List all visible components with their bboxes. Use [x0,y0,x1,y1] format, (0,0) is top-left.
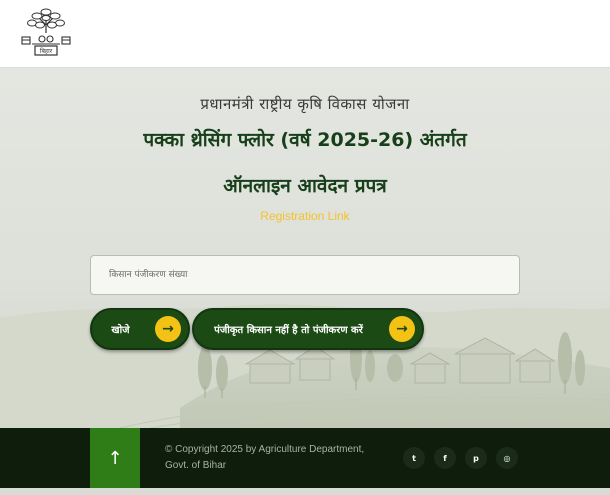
register-button[interactable]: पंजीकृत किसान नहीं है तो पंजीकरण करें → [192,308,424,350]
farmer-registration-number-input[interactable] [90,255,520,295]
search-button[interactable]: खोजे → [90,308,190,350]
registration-link[interactable]: Registration Link [0,209,610,223]
instagram-icon[interactable]: ◎ [496,447,518,469]
arrow-right-icon: → [155,316,181,342]
site-header: बिहार [0,0,610,68]
footer-bottom-strip [0,488,610,495]
arrow-up-icon: ↑ [107,447,123,469]
bihar-govt-logo[interactable]: बिहार [18,3,74,59]
logo-text: बिहार [40,47,53,55]
scroll-to-top-button[interactable]: ↑ [90,428,140,488]
twitter-icon[interactable]: t [403,447,425,469]
search-button-label: खोजे [111,325,130,336]
arrow-right-icon: → [389,316,415,342]
page-title-line2: ऑनलाइन आवेदन प्रपत्र [223,175,387,197]
register-button-label: पंजीकृत किसान नहीं है तो पंजीकरण करें [214,325,363,336]
scheme-name: प्रधानमंत्री राष्ट्रीय कृषि विकास योजना [200,95,410,113]
facebook-icon[interactable]: f [434,447,456,469]
copyright-text: © Copyright 2025 by Agriculture Departme… [165,444,365,471]
page-title-line1: पक्का थ्रेसिंग फ्लोर (वर्ष 2025-26) अंतर… [143,129,467,151]
hero-section [0,68,610,428]
pinterest-icon[interactable]: p [465,447,487,469]
farm-landscape-illustration [0,68,610,428]
